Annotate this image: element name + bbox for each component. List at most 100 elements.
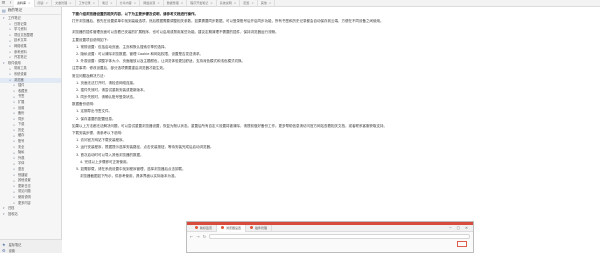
tab-9[interactable]: 系统说明 ×	[217, 0, 241, 7]
note-icon: ▫	[13, 105, 16, 110]
tab-label: 阅读	[37, 0, 44, 5]
note-icon: ▫	[9, 33, 12, 38]
tab-close-icon[interactable]: ×	[93, 0, 96, 7]
paragraph: 数据备份说明：	[72, 102, 97, 107]
tab-list: 资料库 × 阅读 × 文章管理 × 工作记录 × 笔记 × 分享内容 × 网络资源 × 数据整理 × 程序开发笔…	[14, 0, 276, 7]
folder-expand-icon: ▾	[3, 206, 5, 211]
tab-close-icon[interactable]: ×	[234, 0, 237, 7]
tab-8[interactable]: 程序开发笔记 ×	[187, 0, 217, 7]
note-icon: ▫	[13, 156, 16, 161]
tab-2[interactable]: 文章管理 ×	[52, 0, 76, 7]
tab-close-icon[interactable]: ×	[157, 0, 160, 7]
note-icon: ▫	[13, 178, 16, 183]
tab-5[interactable]: 分享内容 ×	[117, 0, 141, 7]
paragraph: 浏览器截图如下所示，供参考使用，具体界面以实际版本为准。	[80, 174, 178, 179]
tab-close-icon[interactable]: ×	[134, 0, 137, 7]
note-icon: ▫	[9, 49, 12, 54]
note-icon: ▫	[9, 38, 12, 43]
note-icon: ▫	[13, 150, 16, 155]
tab-6[interactable]: 网络资源 ×	[140, 0, 164, 7]
back-icon[interactable]: ‹	[7, 0, 14, 7]
paragraph: 3. 外观设置：调整字体大小、页面缩放以及主题颜色，让浏览体验更加舒适，支持深色…	[76, 59, 245, 64]
tab-11[interactable]: 其他 ×	[258, 0, 276, 7]
note-icon: ▫	[13, 116, 16, 121]
paragraph: 1. 常规设置：包括启动页面、主页和默认搜索引擎的选择。	[76, 44, 168, 49]
tab-close-icon[interactable]: ×	[46, 0, 49, 7]
document-heading: 下面介绍浏览器设置的相关内容，以下为主要步骤及说明，请参考文档进行操作。	[72, 12, 198, 16]
browser-tab-label: 插件管理	[255, 225, 268, 230]
note-icon: ▫	[9, 72, 12, 77]
sidebar-item[interactable]: ▾ 回收站	[0, 212, 61, 218]
embedded-browser-screenshot: 新标签页 浏览器设置 插件管理 ← → ↻ ─ □ ✕	[186, 221, 474, 253]
paragraph: 注意事项：修改设置后，部分选项需要重启浏览器才能生效。	[72, 66, 167, 71]
paragraph: 5. 如需卸载，请在系统设置中找到程序管理，选择浏览器后点击卸载。	[76, 166, 186, 171]
tab-7[interactable]: 数据整理 ×	[164, 0, 188, 7]
note-icon: ▫	[9, 21, 12, 26]
paragraph: 1. 定期导出书签文件。	[76, 109, 112, 114]
star-icon: ★	[2, 241, 6, 247]
favicon-icon	[250, 226, 254, 229]
tab-10[interactable]: 配置 ×	[240, 0, 258, 7]
paragraph: 4. 完成以上步骤即可正常使用。	[80, 159, 130, 164]
note-icon: ▫	[9, 44, 12, 49]
menu-icon[interactable]: ≡	[0, 0, 7, 7]
browser-tab: 浏览器设置	[217, 224, 247, 232]
notebook-icon: ▤	[2, 8, 6, 13]
browser-tab: 插件管理	[246, 224, 273, 232]
note-icon: ▫	[13, 139, 16, 144]
sidebar-tree: ▾ 工作笔记 ▫ 日常记录 ▫ 学习资料 ▫ 项目文档整理 ▫ 技术文章 ▫ 网络收集 ▫ 参考资料 ▫ 开发…	[0, 15, 61, 217]
tab-1[interactable]: 阅读 ×	[35, 0, 53, 7]
sidebar: ▤ 我的笔记 ▾ 工作笔记 ▫ 日常记录 ▫ 学习资料 ▫ 项目文档整理 ▫ 技术文章 ▫ 网络收集 ▫…	[0, 7, 62, 253]
tab-close-icon[interactable]: ×	[210, 0, 213, 7]
note-icon: ▫	[13, 200, 16, 205]
tab-4[interactable]: 笔记 ×	[99, 0, 117, 7]
note-icon: ▫	[9, 27, 12, 32]
tab-close-icon[interactable]: ×	[269, 0, 272, 7]
favicon-icon	[195, 226, 198, 229]
tab-label: 其他	[260, 0, 267, 5]
paragraph: 常见问题及解决方法：	[72, 73, 107, 78]
tab-3[interactable]: 工作记录 ×	[76, 0, 100, 7]
tab-0[interactable]: 资料库 ×	[14, 0, 35, 7]
back-arrow-icon: ←	[190, 233, 194, 239]
tab-close-icon[interactable]: ×	[110, 0, 113, 7]
forward-arrow-icon: →	[196, 233, 200, 239]
address-bar	[209, 233, 470, 239]
tab-close-icon[interactable]: ×	[181, 0, 184, 7]
gear-icon: ⚙	[2, 247, 6, 253]
note-icon: ▫	[13, 167, 16, 172]
paragraph: 打开浏览器后，首先在设置菜单中找到高级选项，然后根据需要调整相关参数。如果需要同…	[72, 19, 384, 24]
tab-label: 资料库	[17, 0, 27, 5]
note-icon: ▫	[9, 66, 12, 71]
sidebar-footer-item[interactable]: ⚙ 设置	[2, 247, 60, 253]
note-icon: ▫	[13, 83, 16, 88]
note-icon: ▫	[13, 189, 16, 194]
note-icon: ▫	[9, 55, 12, 60]
sidebar-footer: ★ 星标笔记 ⚙ 设置	[0, 239, 62, 253]
tab-close-icon[interactable]: ×	[69, 0, 72, 7]
paragraph: 2. 保存重要的配置信息。	[76, 116, 116, 121]
browser-tab-label: 新标签页	[200, 225, 213, 230]
tab-close-icon[interactable]: ×	[251, 0, 254, 7]
note-icon: ▫	[13, 128, 16, 133]
refresh-icon: ↻	[202, 233, 207, 239]
sidebar-item-label: 更多内容	[18, 200, 31, 205]
paragraph: 3. 首次启动时可以导入其他浏览器的数据。	[76, 152, 144, 157]
note-icon: ▫	[13, 195, 16, 200]
paragraph: 2. 插件失效时，请尝试重新安装或更新版本。	[76, 87, 147, 92]
note-icon: ▫	[13, 89, 16, 94]
note-icon: ▫	[13, 133, 16, 138]
note-icon: ▫	[13, 122, 16, 127]
paragraph: 如果以上方法都无法解决问题，可以尝试重置浏览器设置，恢复为默认状态。重置后所有自…	[72, 123, 387, 128]
sidebar-header: ▤ 我的笔记	[0, 7, 61, 15]
document-body[interactable]: 下面介绍浏览器设置的相关内容，以下为主要步骤及说明，请参考文档进行操作。打开浏览…	[72, 12, 592, 222]
tab-label: 系统说明	[219, 0, 232, 5]
note-icon: ▫	[13, 184, 16, 189]
browser-address-row: ← → ↻	[187, 232, 473, 240]
tab-label: 笔记	[102, 0, 109, 5]
note-icon: ▫	[13, 144, 16, 149]
paragraph: 2. 隐私设置：可以清除浏览数据，管理 Cookie 和网站权限，设置是否发送请…	[76, 51, 204, 56]
sidebar-footer-label: 星标笔记	[8, 242, 22, 247]
tab-close-icon[interactable]: ×	[28, 0, 31, 7]
tab-label: 数据整理	[166, 0, 179, 5]
